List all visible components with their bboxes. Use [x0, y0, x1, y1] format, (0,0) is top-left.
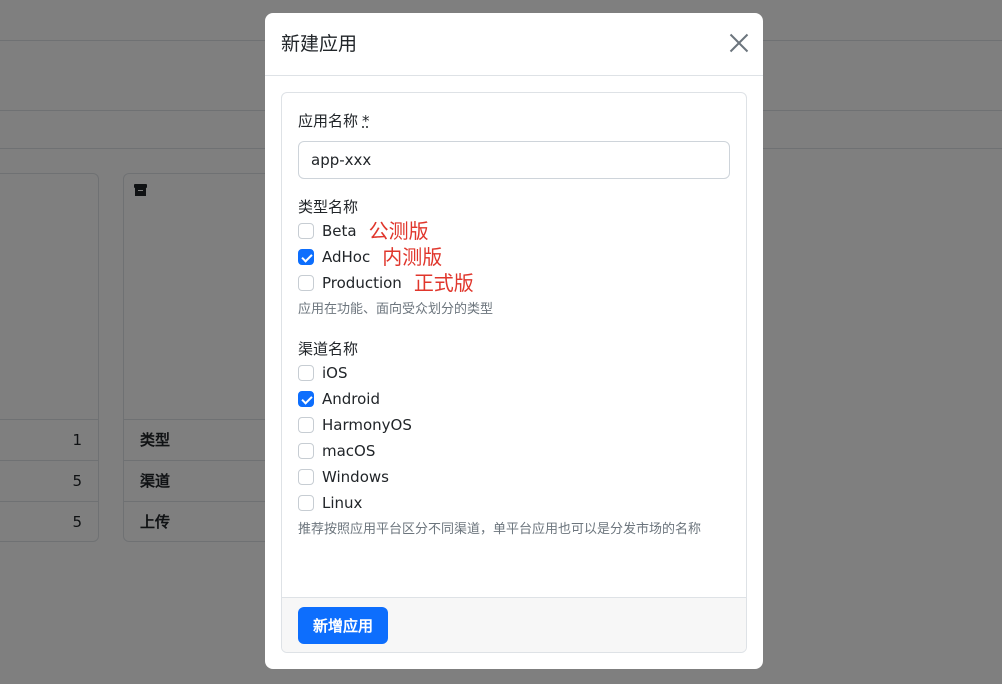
new-app-form: 应用名称* 类型名称 Beta 公测版 AdHoc 内测版 Production… — [281, 92, 747, 653]
adhoc-annotation: 内测版 — [382, 245, 443, 269]
type-option-beta[interactable]: Beta 公测版 — [298, 220, 429, 242]
beta-label: Beta — [322, 222, 357, 240]
beta-annotation: 公测版 — [368, 219, 429, 243]
harmonyos-label: HarmonyOS — [322, 416, 412, 434]
linux-checkbox[interactable] — [298, 495, 314, 511]
type-label: 类型名称 — [298, 198, 359, 216]
android-label: Android — [322, 390, 380, 408]
new-app-modal: 新建应用 应用名称* 类型名称 Beta 公测版 AdHoc 内测版 Produ… — [265, 13, 763, 669]
app-name-input[interactable] — [298, 141, 730, 179]
close-icon[interactable] — [729, 33, 749, 53]
windows-label: Windows — [322, 468, 389, 486]
type-help-text: 应用在功能、面向受众划分的类型 — [298, 302, 494, 317]
channel-option-android[interactable]: Android — [298, 388, 380, 410]
app-name-label: 应用名称 * — [298, 111, 370, 131]
type-option-adhoc[interactable]: AdHoc 内测版 — [298, 246, 442, 268]
production-label: Production — [322, 274, 402, 292]
channel-option-ios[interactable]: iOS — [298, 362, 348, 384]
channel-option-linux[interactable]: Linux — [298, 492, 362, 514]
channel-label: 渠道名称 — [298, 340, 359, 358]
channel-option-macos[interactable]: macOS — [298, 440, 375, 462]
add-app-button[interactable]: 新增应用 — [298, 607, 388, 644]
windows-checkbox[interactable] — [298, 469, 314, 485]
required-mark: * — [362, 112, 370, 130]
adhoc-label: AdHoc — [322, 248, 371, 266]
channel-option-harmonyos[interactable]: HarmonyOS — [298, 414, 412, 436]
ios-label: iOS — [322, 364, 348, 382]
modal-header: 新建应用 — [265, 13, 763, 76]
harmonyos-checkbox[interactable] — [298, 417, 314, 433]
channel-help-text: 推荐按照应用平台区分不同渠道，单平台应用也可以是分发市场的名称 — [298, 522, 702, 537]
ios-checkbox[interactable] — [298, 365, 314, 381]
form-footer: 新增应用 — [282, 597, 746, 652]
macos-checkbox[interactable] — [298, 443, 314, 459]
channel-option-windows[interactable]: Windows — [298, 466, 389, 488]
app-name-label-text: 应用名称 — [298, 112, 359, 130]
production-annotation: 正式版 — [413, 271, 474, 295]
adhoc-checkbox[interactable] — [298, 249, 314, 265]
production-checkbox[interactable] — [298, 275, 314, 291]
beta-checkbox[interactable] — [298, 223, 314, 239]
type-option-production[interactable]: Production 正式版 — [298, 272, 474, 294]
linux-label: Linux — [322, 494, 363, 512]
macos-label: macOS — [322, 442, 376, 460]
modal-title: 新建应用 — [281, 33, 358, 55]
android-checkbox[interactable] — [298, 391, 314, 407]
